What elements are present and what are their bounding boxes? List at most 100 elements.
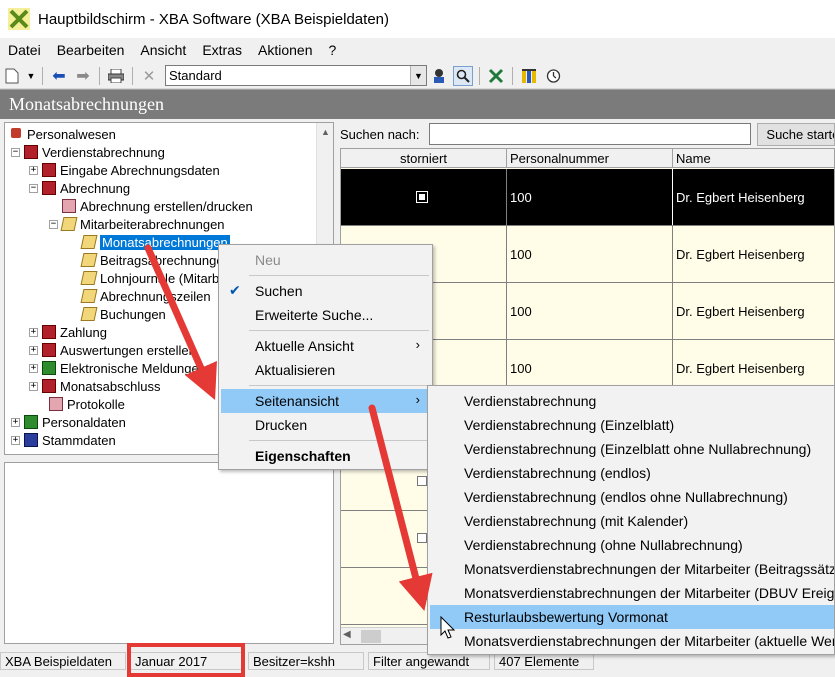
toolbar-separator [479, 66, 480, 85]
checkbox[interactable] [417, 533, 427, 543]
expand-icon[interactable]: + [29, 327, 38, 337]
search-icon[interactable] [453, 65, 473, 86]
menu-item-erweiterte-suche[interactable]: Erweiterte Suche... [221, 303, 430, 327]
column-header-name[interactable]: Name [673, 149, 834, 168]
tree-item-label: Abrechnungszeilen [100, 288, 211, 304]
column-header-personalnummer[interactable]: Personalnummer [507, 149, 673, 168]
stopwatch-icon[interactable] [543, 66, 563, 86]
submenu-item[interactable]: Verdienstabrechnung [430, 389, 834, 413]
menu-extras[interactable]: Extras [194, 42, 250, 58]
menu-item-drucken[interactable]: Drucken [221, 413, 430, 437]
back-arrow-icon[interactable]: ⬅ [49, 66, 69, 86]
toolbar: ▼ ⬅ ➡ ✕ Standard ▼ [0, 63, 835, 89]
tree-item-abrechnung-erstellen[interactable]: Abrechnung erstellen/drucken [62, 197, 253, 215]
print-icon[interactable] [106, 66, 126, 86]
tree-item-eingabe-abrechnungsdaten[interactable]: + Eingabe Abrechnungsdaten [29, 161, 220, 179]
menu-separator [249, 385, 429, 386]
tree-item-verdienstabrechnung[interactable]: − Verdienstabrechnung [11, 143, 165, 161]
column-header-storniert[interactable]: storniert [341, 149, 507, 168]
collapse-icon[interactable]: − [49, 219, 58, 229]
expand-icon[interactable]: + [11, 417, 20, 427]
calendar-red-icon [42, 343, 56, 357]
tree-item-personaldaten[interactable]: + Personaldaten [11, 413, 126, 431]
tree-item-beitragsabrechnungen[interactable]: Beitragsabrechnungen [80, 251, 231, 269]
submenu-item[interactable]: Monatsverdienstabrechnungen der Mitarbei… [430, 581, 834, 605]
tree-item-label: Monatsabschluss [60, 378, 161, 394]
tree-item-label: Zahlung [60, 324, 107, 340]
org-chart-icon [9, 127, 23, 141]
tree-item-mitarbeiterabrechnungen[interactable]: − Mitarbeiterabrechnungen [49, 215, 225, 233]
tree-item-label: Verdienstabrechnung [42, 144, 165, 160]
new-dropdown-icon[interactable]: ▼ [26, 66, 36, 86]
submenu-item-resturlaubsbewertung[interactable]: Resturlaubsbewertung Vormonat [430, 605, 834, 629]
submenu-item[interactable]: Monatsverdienstabrechnungen der Mitarbei… [430, 629, 834, 653]
menu-item-neu[interactable]: Neu [221, 248, 430, 272]
submenu-item[interactable]: Verdienstabrechnung (Einzelblatt) [430, 413, 834, 437]
columns-icon[interactable] [519, 66, 539, 86]
submenu-item[interactable]: Verdienstabrechnung (Einzelblatt ohne Nu… [430, 437, 834, 461]
name-cell: Dr. Egbert Heisenberg [676, 246, 805, 262]
menu-datei[interactable]: Datei [0, 42, 49, 58]
submenu-item[interactable]: Verdienstabrechnung (endlos) [430, 461, 834, 485]
menu-item-seitenansicht[interactable]: Seitenansicht › [221, 389, 430, 413]
tree-item-abrechnung[interactable]: − Abrechnung [29, 179, 130, 197]
expand-icon[interactable]: + [11, 435, 20, 445]
user-search-icon[interactable] [429, 66, 449, 86]
menu-item-aktuelle-ansicht[interactable]: Aktuelle Ansicht › [221, 334, 430, 358]
submenu-item[interactable]: Verdienstabrechnung (ohne Nullabrechnung… [430, 533, 834, 557]
expand-icon[interactable]: + [29, 345, 38, 355]
expand-icon[interactable]: + [29, 165, 38, 175]
delete-icon[interactable]: ✕ [139, 66, 159, 86]
tree-item-abrechnungszeilen[interactable]: Abrechnungszeilen [80, 287, 211, 305]
tree-item-zahlung[interactable]: + Zahlung [29, 323, 107, 341]
checkbox[interactable] [417, 476, 427, 486]
tree-item-stammdaten[interactable]: + Stammdaten [11, 431, 116, 449]
tree-item-label: Personalwesen [27, 126, 116, 142]
tree-item-auswertungen[interactable]: + Auswertungen erstellen [29, 341, 196, 359]
chevron-down-icon[interactable]: ▼ [410, 66, 426, 85]
forward-arrow-icon[interactable]: ➡ [73, 66, 93, 86]
tree-item-monatsabrechnungen[interactable]: Monatsabrechnungen [80, 233, 230, 251]
checkbox[interactable] [416, 191, 428, 203]
new-document-icon[interactable] [2, 66, 22, 86]
checkbox[interactable] [417, 590, 427, 600]
collapse-icon[interactable]: − [29, 183, 38, 193]
calendar-red-icon [42, 163, 56, 177]
tree-item-label: Abrechnung [60, 180, 131, 196]
menu-separator [249, 330, 429, 331]
tree-item-protokolle[interactable]: Protokolle [49, 395, 125, 413]
menu-help[interactable]: ? [321, 42, 345, 58]
toolbar-separator [99, 66, 100, 85]
menu-item-suchen[interactable]: ✔ Suchen [221, 279, 430, 303]
submenu-item[interactable]: Verdienstabrechnung (mit Kalender) [430, 509, 834, 533]
tree-item-buchungen[interactable]: Buchungen [80, 305, 166, 323]
folder-open-icon [60, 217, 78, 231]
excel-icon[interactable] [486, 66, 506, 86]
tree-item-personalwesen[interactable]: Personalwesen [9, 125, 116, 143]
collapse-icon[interactable]: − [11, 147, 20, 157]
menu-bearbeiten[interactable]: Bearbeiten [49, 42, 133, 58]
menu-item-eigenschaften[interactable]: Eigenschaften [221, 444, 430, 468]
calendar-red-icon [42, 181, 56, 195]
menu-item-label: Suchen [255, 283, 303, 299]
personalnummer-cell: 100 [507, 226, 673, 282]
search-start-button[interactable]: Suche starten [757, 122, 835, 146]
submenu-item[interactable]: Monatsverdienstabrechnungen der Mitarbei… [430, 557, 834, 581]
menu-aktionen[interactable]: Aktionen [250, 42, 320, 58]
expand-icon[interactable]: + [29, 381, 38, 391]
expand-icon[interactable]: + [29, 363, 38, 373]
submenu-item[interactable]: Verdienstabrechnung (endlos ohne Nullabr… [430, 485, 834, 509]
view-select[interactable]: Standard ▼ [165, 65, 427, 86]
tree-item-label: Protokolle [67, 396, 125, 412]
menu-separator [249, 440, 429, 441]
tree-item-elektronische-meldungen[interactable]: + Elektronische Meldungen [29, 359, 206, 377]
menu-ansicht[interactable]: Ansicht [132, 42, 194, 58]
tree-item-monatsabschluss[interactable]: + Monatsabschluss [29, 377, 160, 395]
scrollbar-thumb[interactable] [361, 630, 381, 643]
tree-item-label: Monatsabrechnungen [100, 234, 230, 250]
search-input[interactable] [428, 123, 752, 145]
scroll-up-icon[interactable]: ▲ [317, 123, 333, 140]
table-row[interactable]: 100 Dr. Egbert Heisenberg [341, 169, 834, 226]
scroll-left-icon[interactable]: ◀ [343, 629, 351, 640]
menu-item-aktualisieren[interactable]: Aktualisieren [221, 358, 430, 382]
